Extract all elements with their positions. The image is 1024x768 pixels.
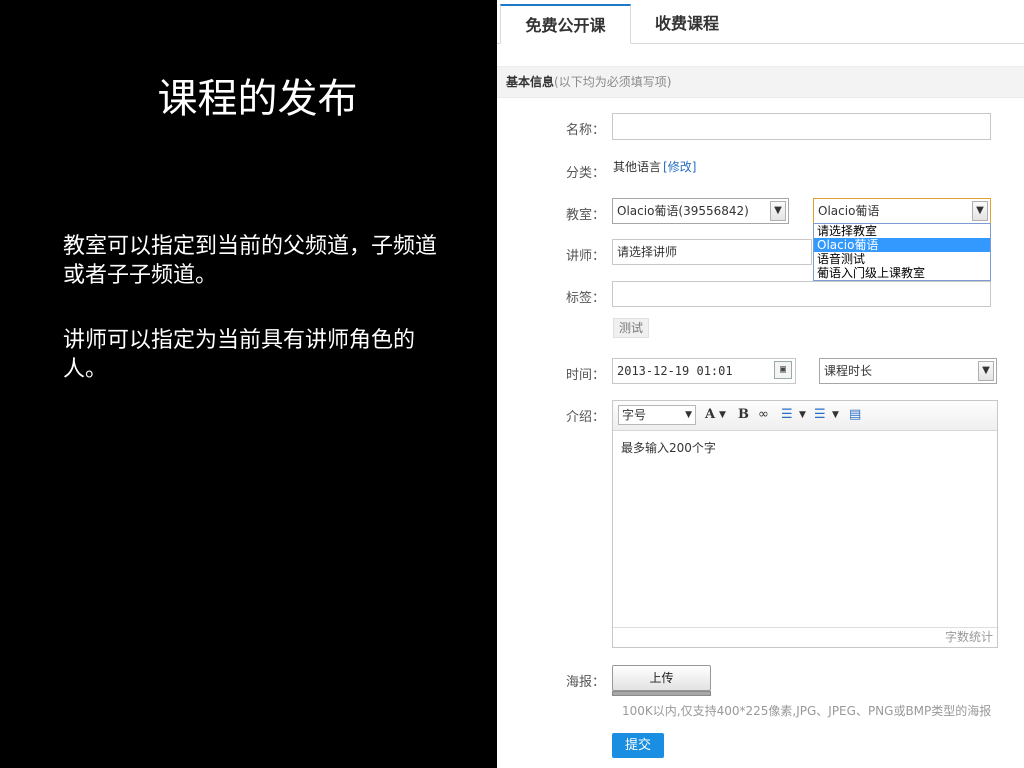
tags-input[interactable] [612, 281, 991, 307]
duration-select-value: 课程时长 [824, 364, 873, 378]
category-value: 其他语言 [修改] [613, 158, 696, 175]
tag-chip[interactable]: 测试 [613, 318, 650, 338]
basic-info-header: 基本信息(以下均为必须填写项) [497, 66, 1024, 98]
channel-select-value: Olacio葡语(39556842) [617, 204, 749, 218]
chevron-down-icon: ▼ [770, 201, 786, 221]
font-size-select[interactable]: 字号 ▼ [618, 405, 696, 425]
slide-panel: 课程的发布 教室可以指定到当前的父频道，子频道或者子子频道。 讲师可以指定为当前… [0, 0, 497, 768]
editor-toolbar: 字号 ▼ A ▼ B ∞ ☰ ▼ ☰ ▼ ▤ [613, 401, 997, 431]
room-option[interactable]: 请选择教室 [814, 224, 990, 238]
tab-paid-course[interactable]: 收费课程 [637, 4, 737, 44]
font-color-button[interactable]: A [705, 407, 715, 423]
slide-paragraph-teacher: 讲师可以指定为当前具有讲师角色的人。 [63, 328, 416, 382]
teacher-input[interactable]: 请选择讲师 [612, 239, 812, 265]
category-label: 分类： [565, 166, 605, 181]
upload-progress-bar [612, 691, 711, 696]
bullet-list-icon[interactable]: ☰ [781, 407, 793, 423]
film-icon[interactable]: ▤ [849, 407, 861, 423]
poster-hint: 100K以内,仅支持400*225像素,JPG、JPEG、PNG或BMP类型的海… [622, 704, 992, 718]
calendar-icon[interactable]: ▣ [774, 361, 792, 379]
chevron-down-icon: ▼ [972, 201, 988, 221]
chevron-down-icon: ▼ [978, 361, 994, 381]
time-input[interactable]: 2013-12-19 01:01 ▣ [612, 358, 796, 384]
font-size-label: 字号 [622, 408, 647, 422]
room-select-value: Olacio葡语 [818, 204, 880, 218]
numbered-list-icon[interactable]: ☰ [814, 407, 826, 423]
link-icon[interactable]: ∞ [758, 407, 769, 423]
teacher-label: 讲师： [565, 249, 605, 264]
name-input[interactable] [612, 113, 991, 140]
section-note: (以下均为必须填写项) [554, 75, 672, 89]
category-text: 其他语言 [613, 160, 662, 174]
intro-textarea[interactable]: 最多输入200个字 [621, 439, 716, 456]
submit-button[interactable]: 提交 [612, 733, 664, 758]
channel-select[interactable]: Olacio葡语(39556842) ▼ [612, 198, 789, 224]
bold-button[interactable]: B [738, 407, 749, 423]
upload-button[interactable]: 上传 [612, 665, 711, 691]
intro-label: 介绍： [565, 410, 605, 425]
tab-free-open-course[interactable]: 免费公开课 [500, 4, 631, 44]
course-publish-screenshot: 免费公开课 收费课程 基本信息(以下均为必须填写项) 名称： 分类： 其他语言[… [497, 0, 1024, 768]
classroom-label: 教室： [565, 208, 605, 223]
category-edit-link[interactable]: [修改] [663, 160, 696, 174]
room-option[interactable]: 葡语入门级上课教室 [814, 266, 990, 280]
time-value: 2013-12-19 01:01 [617, 364, 733, 378]
section-title: 基本信息 [506, 75, 555, 89]
time-label: 时间： [565, 368, 605, 383]
poster-label: 海报： [565, 675, 605, 690]
slide-title: 课程的发布 [157, 76, 358, 122]
chevron-down-icon[interactable]: ▼ [832, 407, 839, 423]
chevron-down-icon: ▼ [685, 410, 692, 420]
room-select[interactable]: Olacio葡语 ▼ [813, 198, 991, 224]
room-dropdown-list: 请选择教室 Olacio葡语 语音测试 葡语入门级上课教室 [813, 223, 991, 281]
chevron-down-icon[interactable]: ▼ [799, 407, 806, 423]
chevron-down-icon[interactable]: ▼ [719, 407, 726, 423]
room-option-selected[interactable]: Olacio葡语 [814, 238, 990, 252]
name-label: 名称： [565, 123, 605, 138]
room-option[interactable]: 语音测试 [814, 252, 990, 266]
tags-label: 标签： [565, 291, 605, 306]
slide-paragraph-classroom: 教室可以指定到当前的父频道，子频道或者子子频道。 [63, 234, 438, 288]
word-count[interactable]: 字数统计 [613, 627, 997, 647]
intro-editor: 字号 ▼ A ▼ B ∞ ☰ ▼ ☰ ▼ ▤ 最多输入200个字 字数统计 [612, 400, 998, 648]
course-tabs: 免费公开课 收费课程 [497, 0, 1024, 44]
duration-select[interactable]: 课程时长 ▼ [819, 358, 997, 384]
